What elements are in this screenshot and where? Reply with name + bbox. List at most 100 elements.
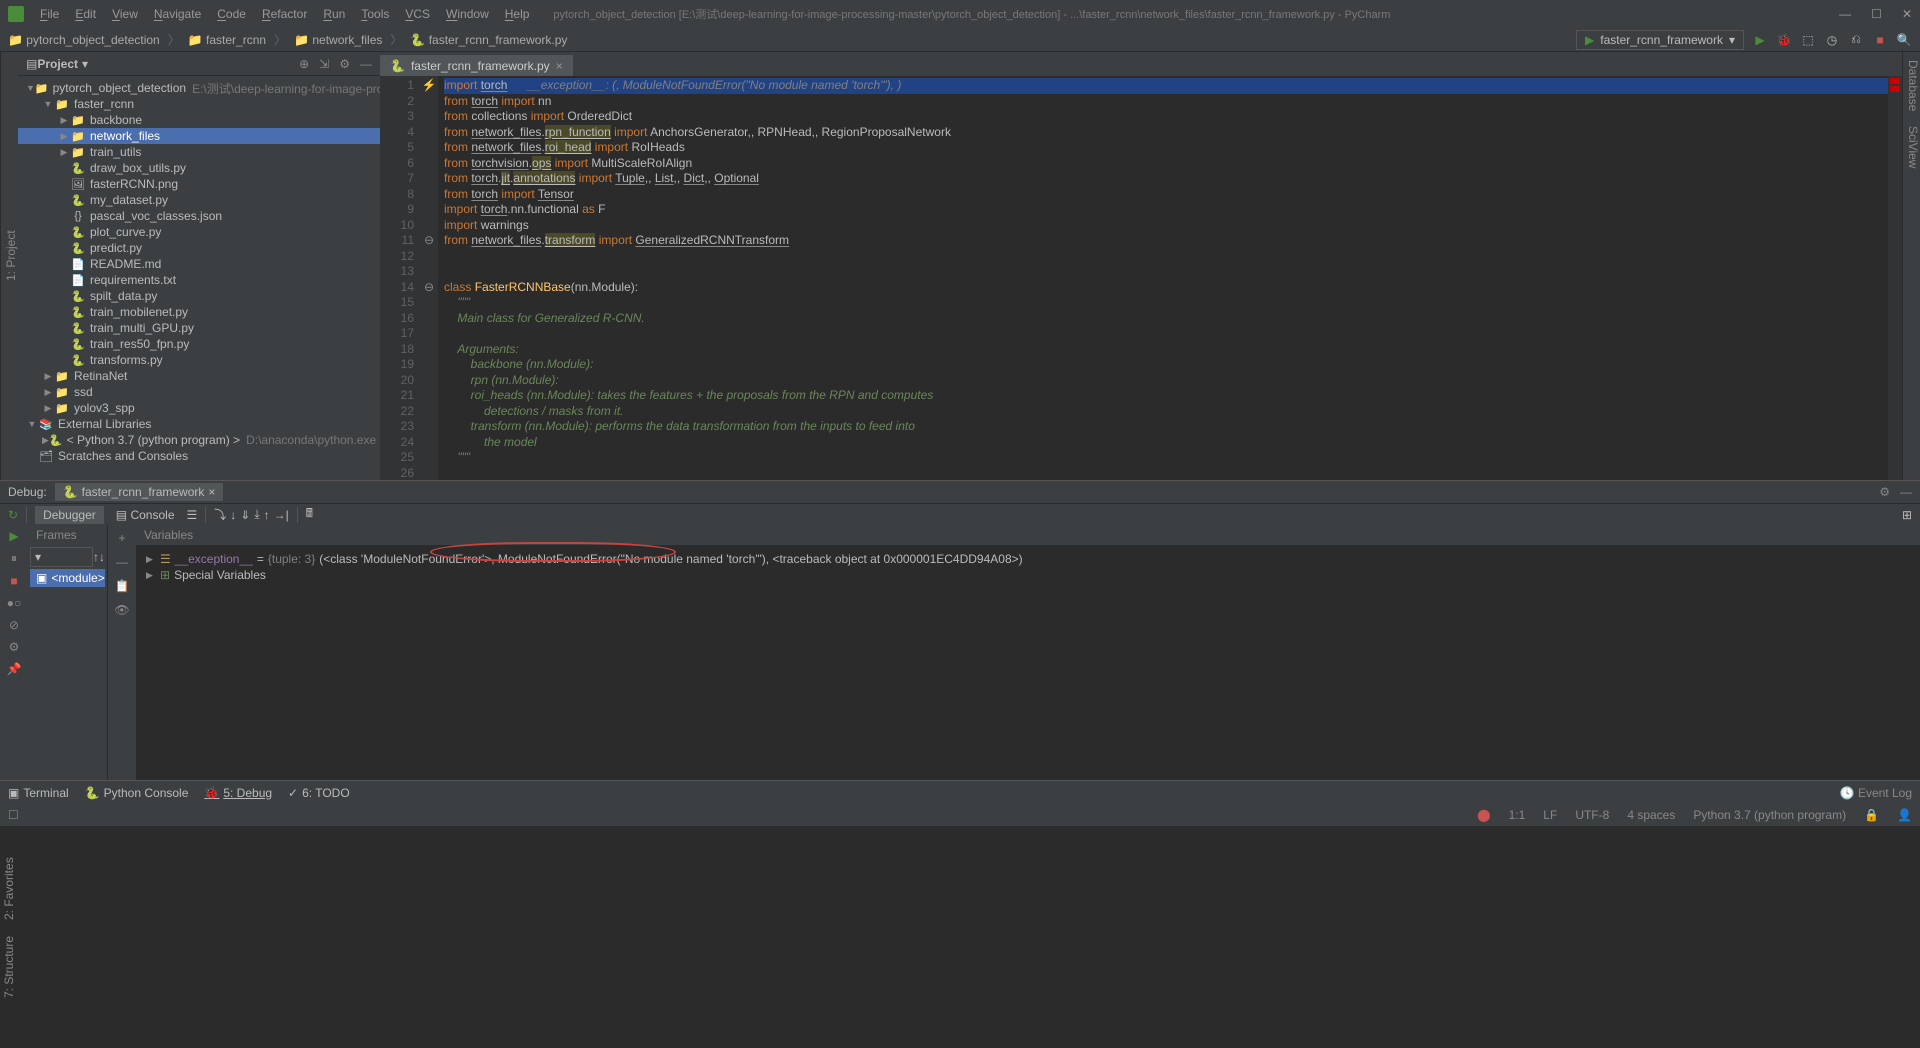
collapse-icon[interactable]: ⇲ [319, 57, 329, 71]
force-step-button[interactable]: ⤓ [254, 507, 259, 522]
tree-item[interactable]: ▶📁network_files [18, 128, 380, 144]
next-frame-icon[interactable]: ↓ [99, 550, 105, 564]
minimize-icon[interactable]: — [1839, 7, 1851, 21]
project-tree[interactable]: ▼📁pytorch_object_detectionE:\测试\deep-lea… [18, 76, 380, 480]
structure-tool-tab[interactable]: 7: Structure [2, 936, 16, 998]
indent-setting[interactable]: 4 spaces [1627, 808, 1675, 822]
debug-tab[interactable]: 🐞 5: Debug [204, 786, 272, 800]
pin-icon[interactable]: 📌 [7, 662, 22, 676]
close-tab-icon[interactable]: × [556, 59, 563, 73]
frame-item[interactable]: ▣ <module> [30, 569, 105, 587]
coverage-button[interactable]: ⬚ [1800, 33, 1816, 47]
tree-item[interactable]: 🐍draw_box_utils.py [18, 160, 380, 176]
mute-breakpoints-button[interactable]: ⊘ [9, 618, 19, 632]
project-tool-tab[interactable]: 1: Project [4, 231, 18, 282]
favorites-tool-tab[interactable]: 2: Favorites [2, 857, 16, 920]
run-config-selector[interactable]: ▶ faster_rcnn_framework ▾ [1576, 30, 1744, 50]
tree-item[interactable]: {}pascal_voc_classes.json [18, 208, 380, 224]
debug-button[interactable]: 🐞 [1776, 33, 1792, 47]
tree-item[interactable]: ▶📁train_utils [18, 144, 380, 160]
tree-item[interactable]: 📄README.md [18, 256, 380, 272]
resume-button[interactable]: ▶ [9, 529, 18, 543]
menu-refactor[interactable]: Refactor [262, 7, 307, 21]
variable-row[interactable]: ▶ ☰ __exception__ = {tuple: 3} (<class '… [146, 551, 1910, 567]
step-over-button[interactable]: ⤵ [214, 506, 226, 523]
sciview-tool-tab[interactable]: SciView [1906, 126, 1920, 168]
gear-icon[interactable]: ⚙ [339, 57, 350, 71]
python-console-tab[interactable]: 🐍 Python Console [85, 786, 189, 800]
tree-item[interactable]: 🗂Scratches and Consoles [18, 448, 380, 464]
tree-item[interactable]: ▶📁backbone [18, 112, 380, 128]
run-button[interactable]: ▶ [1752, 33, 1768, 47]
tree-item[interactable]: 🐍train_res50_fpn.py [18, 336, 380, 352]
tree-item[interactable]: ▶📁RetinaNet [18, 368, 380, 384]
lock-icon[interactable]: 🔒 [1864, 808, 1879, 822]
tree-item[interactable]: 🐍train_mobilenet.py [18, 304, 380, 320]
tree-item[interactable]: 🐍train_multi_GPU.py [18, 320, 380, 336]
line-ending[interactable]: LF [1543, 808, 1557, 822]
profile-button[interactable]: ◷ [1824, 33, 1840, 47]
stop-button[interactable]: ■ [10, 574, 17, 588]
evaluate-button[interactable]: 🖩 [306, 504, 313, 525]
tree-item[interactable]: ▶📁yolov3_spp [18, 400, 380, 416]
layout-icon[interactable]: ⊞ [1902, 508, 1912, 522]
menu-file[interactable]: File [40, 7, 59, 21]
rerun-button[interactable]: ↻ [8, 508, 18, 522]
menu-window[interactable]: Window [446, 7, 489, 21]
add-watch-icon[interactable]: + [118, 531, 125, 545]
tree-item[interactable]: ▼📁pytorch_object_detectionE:\测试\deep-lea… [18, 80, 380, 96]
project-dropdown-icon[interactable]: ▤ [26, 57, 37, 71]
breadcrumb[interactable]: 📁 pytorch_object_detection〉📁 faster_rcnn… [8, 31, 567, 48]
expand-icon[interactable]: ▶ [146, 570, 156, 581]
chevron-down-icon[interactable]: ▾ [82, 57, 88, 71]
search-icon[interactable]: 🔍 [1896, 33, 1912, 47]
tree-item[interactable]: 📄requirements.txt [18, 272, 380, 288]
step-out-button[interactable]: ↑ [264, 508, 270, 522]
breadcrumb-item[interactable]: 📁 faster_rcnn [188, 33, 266, 47]
tree-item[interactable]: ▼📁faster_rcnn [18, 96, 380, 112]
tree-item[interactable]: 🐍spilt_data.py [18, 288, 380, 304]
menu-help[interactable]: Help [505, 7, 530, 21]
thread-selector[interactable]: ▾ [30, 547, 93, 567]
copy-icon[interactable]: 📋 [115, 579, 130, 593]
step-into-button[interactable]: ↓ [230, 508, 236, 522]
settings-icon[interactable]: ⚙ [9, 640, 20, 654]
menu-vcs[interactable]: VCS [405, 7, 430, 21]
menu-run[interactable]: Run [323, 7, 345, 21]
menu-edit[interactable]: Edit [75, 7, 96, 21]
concurrency-button[interactable]: ⎌ [1848, 32, 1864, 47]
menu-view[interactable]: View [112, 7, 138, 21]
event-log-tab[interactable]: 🕓 Event Log [1840, 786, 1912, 800]
show-icon[interactable]: 👁 [114, 603, 129, 617]
breadcrumb-item[interactable]: 🐍 faster_rcnn_framework.py [410, 33, 567, 47]
menu-navigate[interactable]: Navigate [154, 7, 201, 21]
step-into-my-button[interactable]: ⇓ [240, 508, 250, 522]
breakpoints-button[interactable]: ●○ [7, 596, 22, 610]
editor-tab[interactable]: 🐍 faster_rcnn_framework.py × [380, 55, 573, 76]
tree-item[interactable]: ▶🐍< Python 3.7 (python program) >D:\anac… [18, 432, 380, 448]
breadcrumb-item[interactable]: 📁 network_files [294, 33, 382, 47]
hide-icon[interactable]: — [360, 57, 372, 71]
hide-icon[interactable]: — [1900, 485, 1912, 499]
error-count-icon[interactable]: ⬤ [1477, 808, 1490, 822]
tree-item[interactable]: ▼📚External Libraries [18, 416, 380, 432]
error-marker-icon[interactable] [1890, 86, 1900, 92]
variable-row[interactable]: ▶ ⊞ Special Variables [146, 567, 1910, 583]
file-encoding[interactable]: UTF-8 [1575, 808, 1609, 822]
close-icon[interactable]: ✕ [1902, 7, 1912, 21]
menu-code[interactable]: Code [217, 7, 246, 21]
gear-icon[interactable]: ⚙ [1879, 485, 1890, 499]
breadcrumb-item[interactable]: 📁 pytorch_object_detection [8, 33, 160, 47]
pause-button[interactable]: ⏸ [11, 551, 17, 566]
menu-tools[interactable]: Tools [361, 7, 389, 21]
inspector-icon[interactable]: 👤 [1897, 808, 1912, 822]
close-icon[interactable]: × [208, 485, 215, 499]
tree-item[interactable]: 🖼fasterRCNN.png [18, 176, 380, 192]
error-marker-icon[interactable] [1890, 78, 1900, 84]
tree-item[interactable]: 🐍my_dataset.py [18, 192, 380, 208]
maximize-icon[interactable]: ☐ [1871, 7, 1882, 21]
expand-icon[interactable]: ▶ [146, 554, 156, 565]
debug-run-tab[interactable]: 🐍 faster_rcnn_framework × [55, 483, 224, 501]
error-stripe[interactable] [1888, 76, 1902, 480]
interpreter[interactable]: Python 3.7 (python program) [1693, 808, 1846, 822]
